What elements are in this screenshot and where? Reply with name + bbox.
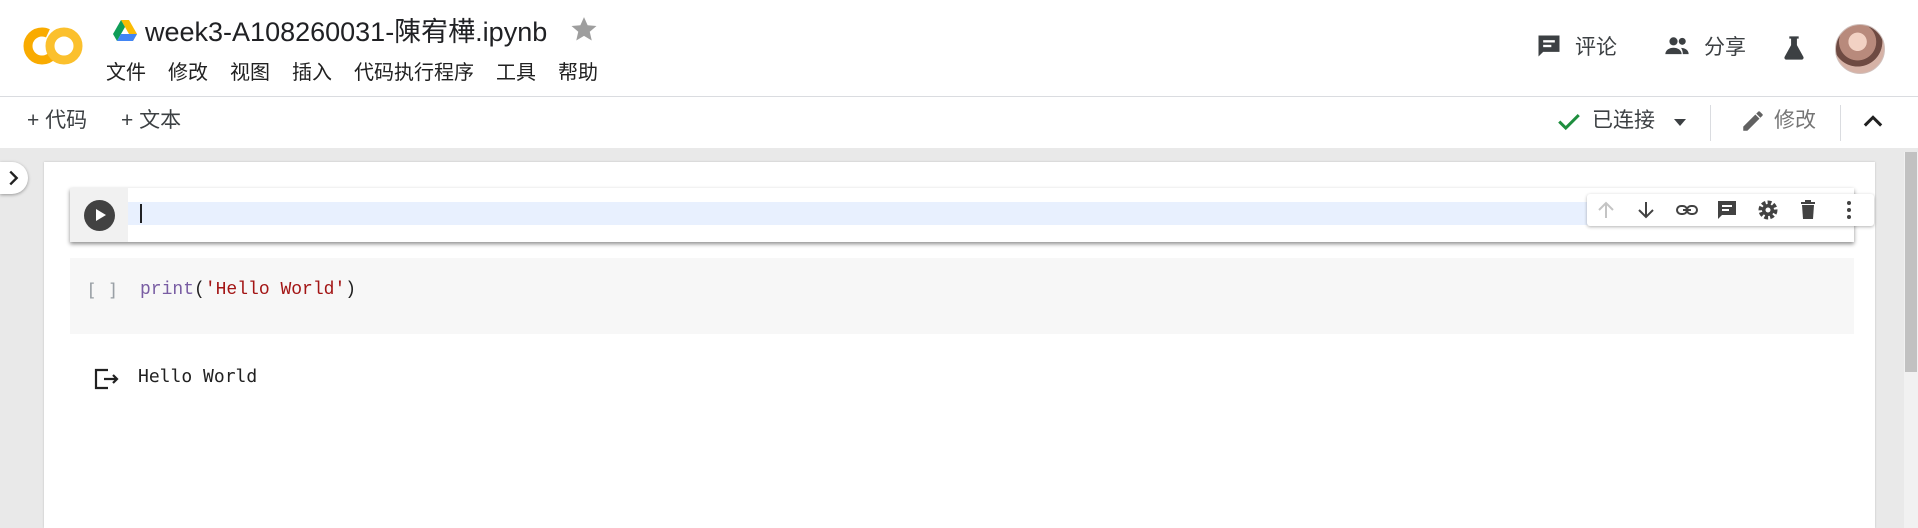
cell-gutter [70, 188, 128, 242]
comment-icon [1538, 35, 1560, 57]
menu-runtime[interactable]: 代码执行程序 [343, 58, 485, 88]
arrow-up-icon[interactable] [1594, 198, 1618, 222]
share-button[interactable]: 分享 [1662, 31, 1746, 61]
star-icon[interactable] [569, 14, 599, 44]
output-icon[interactable] [92, 366, 120, 392]
edit-label: 修改 [1774, 109, 1816, 132]
menu-file[interactable]: 文件 [95, 58, 157, 88]
scrollbar-thumb[interactable] [1905, 152, 1917, 372]
notebook-toolbar: + 代码 + 文本 已连接 修改 [0, 97, 1918, 148]
add-text-button[interactable]: + 文本 [121, 108, 181, 134]
pencil-icon [1743, 111, 1763, 131]
code-paren-close: ) [345, 280, 357, 300]
add-code-button[interactable]: + 代码 [27, 108, 87, 134]
code-function-token: print [140, 280, 195, 300]
more-vert-icon[interactable] [1837, 198, 1861, 222]
trash-icon[interactable] [1796, 198, 1820, 222]
comment-icon[interactable] [1715, 198, 1739, 222]
comment-label: 评论 [1575, 36, 1617, 59]
menu-insert[interactable]: 插入 [281, 58, 343, 88]
flask-icon[interactable] [1780, 34, 1808, 62]
connected-label: 已连接 [1592, 109, 1655, 132]
toolbar-divider [1840, 105, 1841, 141]
text-cursor [140, 204, 142, 223]
cell-output-text: Hello World [138, 366, 258, 387]
comment-button[interactable]: 评论 [1535, 31, 1617, 61]
sidebar-toggle[interactable] [0, 162, 28, 194]
menu-view[interactable]: 视图 [219, 58, 281, 88]
notebook-area: [ ] print('Hello World') Hello World [0, 148, 1918, 528]
edit-button[interactable]: 修改 [1740, 108, 1816, 134]
app-header: week3-A108260031-陳宥樺.ipynb 文件 修改 视图 插入 代… [0, 0, 1918, 97]
menu-bar: 文件 修改 视图 插入 代码执行程序 工具 帮助 [95, 58, 609, 88]
run-cell-button[interactable] [84, 200, 115, 231]
avatar[interactable] [1835, 24, 1885, 74]
code-line[interactable]: print('Hello World') [140, 280, 356, 300]
share-label: 分享 [1704, 36, 1746, 59]
notebook-page: [ ] print('Hello World') Hello World [44, 162, 1875, 528]
arrow-down-icon[interactable] [1634, 198, 1658, 222]
code-string-token: 'Hello World' [204, 280, 346, 300]
menu-edit[interactable]: 修改 [157, 58, 219, 88]
cell-toolbar [1587, 194, 1874, 226]
drive-icon[interactable] [113, 20, 137, 42]
dropdown-arrow-icon[interactable] [1668, 110, 1692, 134]
menu-tools[interactable]: 工具 [485, 58, 547, 88]
code-paren-open: ( [194, 280, 205, 300]
code-cell[interactable]: [ ] print('Hello World') [70, 258, 1854, 334]
toolbar-divider [1710, 105, 1711, 141]
chevron-right-icon [9, 170, 19, 186]
link-icon[interactable] [1675, 198, 1699, 222]
check-icon [1558, 113, 1580, 131]
runtime-status-button[interactable]: 已连接 [1556, 108, 1655, 134]
people-icon [1665, 37, 1689, 55]
menu-help[interactable]: 帮助 [547, 58, 609, 88]
notebook-title[interactable]: week3-A108260031-陳宥樺.ipynb [145, 14, 547, 50]
active-code-cell[interactable] [70, 188, 1874, 242]
colab-logo-icon[interactable] [22, 24, 84, 68]
execution-count: [ ] [86, 280, 119, 301]
chevron-up-icon[interactable] [1859, 108, 1887, 136]
gear-icon[interactable] [1756, 198, 1780, 222]
